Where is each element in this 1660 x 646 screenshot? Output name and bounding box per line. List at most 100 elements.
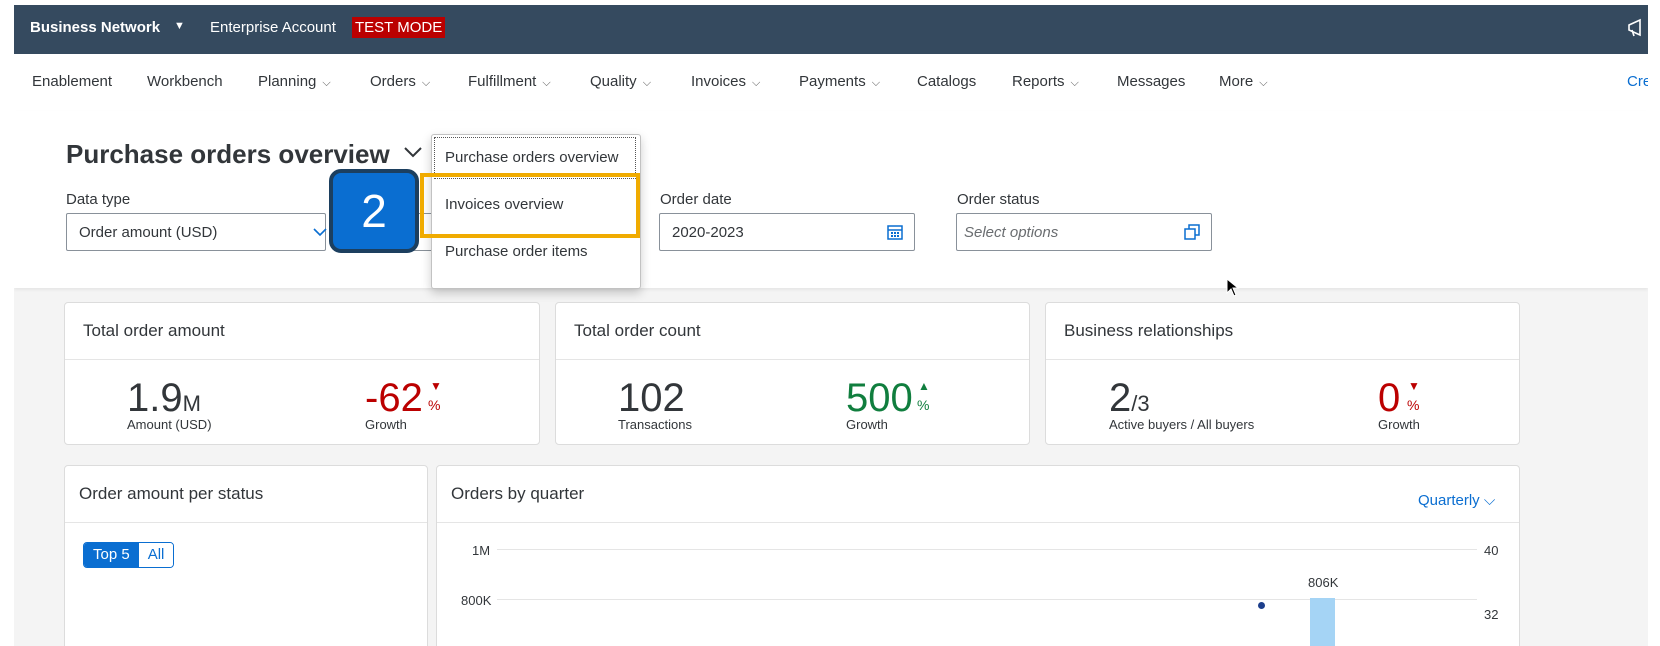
kpi-number: 1.9 — [127, 376, 183, 420]
data-type-value: Order amount (USD) — [79, 224, 218, 241]
chevron-down-icon: ⌵ — [421, 77, 431, 89]
kpi-value: 1.9M — [127, 376, 201, 421]
bar-data-label: 806K — [1308, 575, 1339, 590]
brand-menu[interactable]: Business Network — [30, 19, 160, 36]
calendar-icon[interactable] — [886, 223, 904, 241]
growth-unit: % — [917, 397, 930, 413]
order-date-value: 2020-2023 — [672, 224, 744, 241]
business-relationships-card[interactable]: Business relationships 2/3 Active buyers… — [1045, 302, 1520, 445]
shell-bar: Business Network ▼ Enterprise Account TE… — [14, 5, 1648, 54]
mouse-cursor-icon — [1226, 278, 1240, 297]
quarterly-period-select[interactable]: Quarterly ⌵ — [1418, 492, 1495, 509]
app-frame: Business Network ▼ Enterprise Account TE… — [14, 5, 1648, 646]
step-highlight-box — [420, 173, 640, 238]
growth-value: -62 — [365, 376, 423, 420]
order-date-field[interactable]: 2020-2023 — [659, 213, 915, 251]
card-title: Total order count — [574, 321, 701, 340]
chevron-down-icon — [313, 228, 327, 237]
nav-reports[interactable]: Reports ⌵ — [1012, 73, 1079, 90]
panel-title: Order amount per status — [79, 484, 264, 503]
order-status-label: Order status — [957, 191, 1040, 208]
page-title[interactable]: Purchase orders overview — [66, 139, 390, 170]
gridline — [497, 549, 1477, 550]
account-label: Enterprise Account — [210, 19, 336, 36]
order-date-label: Order date — [660, 191, 732, 208]
y-axis-right-label: 32 — [1484, 607, 1499, 622]
chevron-down-icon: ⌵ — [1483, 492, 1496, 509]
total-order-amount-card[interactable]: Total order amount 1.9M Amount (USD) -62… — [64, 302, 540, 445]
nav-orders-label: Orders — [370, 73, 416, 90]
nav-fulfillment-label: Fulfillment — [468, 73, 537, 90]
growth-caption: Growth — [1378, 417, 1420, 432]
brand-dropdown-icon[interactable]: ▼ — [174, 20, 185, 32]
all-toggle-button[interactable]: All — [138, 543, 174, 567]
megaphone-icon[interactable] — [1626, 17, 1648, 39]
card-title: Total order amount — [83, 321, 225, 340]
kpi-number: 2 — [1109, 376, 1132, 420]
orders-by-quarter-panel: Orders by quarter 1M 800K 40 32 806K — [436, 465, 1520, 646]
nav-orders[interactable]: Orders ⌵ — [370, 73, 430, 90]
growth-caption: Growth — [846, 417, 888, 432]
panel-divider — [437, 522, 1519, 523]
growth-value: 0 — [1378, 376, 1401, 420]
nav-payments-label: Payments — [799, 73, 866, 90]
order-status-field[interactable]: Select options — [956, 213, 1212, 251]
quarter-bar[interactable] — [1310, 598, 1335, 646]
data-type-label: Data type — [66, 191, 131, 208]
card-divider — [556, 359, 1029, 360]
top5-toggle-button[interactable]: Top 5 — [84, 543, 139, 567]
kpi-value: 102 — [618, 376, 685, 420]
nav-enablement[interactable]: Enablement — [32, 73, 112, 90]
nav-fulfillment[interactable]: Fulfillment ⌵ — [468, 73, 551, 90]
nav-reports-label: Reports — [1012, 73, 1065, 90]
total-order-count-card[interactable]: Total order count 102 Transactions 500 ▲… — [555, 302, 1030, 445]
kpi-caption: Active buyers / All buyers — [1109, 417, 1255, 432]
growth-unit: % — [1407, 397, 1420, 413]
y-axis-left-label: 800K — [461, 593, 492, 608]
growth-value: 500 — [846, 376, 913, 420]
period-label: Quarterly — [1418, 492, 1480, 509]
nav-messages[interactable]: Messages — [1117, 73, 1185, 90]
chevron-down-icon: ⌵ — [871, 77, 881, 89]
nav-more-label: More — [1219, 73, 1254, 90]
panel-title: Orders by quarter — [451, 484, 585, 503]
chevron-down-icon: ⌵ — [1259, 77, 1268, 89]
nav-payments[interactable]: Payments ⌵ — [799, 73, 880, 90]
data-type-select[interactable]: Order amount (USD) — [66, 213, 327, 251]
nav-planning[interactable]: Planning ⌵ — [258, 73, 331, 90]
nav-invoices[interactable]: Invoices ⌵ — [691, 73, 760, 90]
panel-divider — [65, 522, 427, 523]
nav-workbench[interactable]: Workbench — [147, 73, 223, 90]
kpi-unit: M — [182, 391, 201, 416]
top-all-toggle: Top 5 All — [83, 542, 175, 568]
growth-unit: % — [428, 397, 441, 413]
menu-option-purchase-orders-overview[interactable]: Purchase orders overview — [445, 149, 618, 166]
up-triangle-icon: ▲ — [918, 379, 930, 393]
chevron-down-icon: ⌵ — [1070, 77, 1079, 89]
step-number-badge: 2 — [329, 169, 419, 253]
value-help-icon[interactable] — [1183, 223, 1201, 241]
nav-quality[interactable]: Quality ⌵ — [590, 73, 651, 90]
down-triangle-icon: ▼ — [1408, 379, 1420, 393]
nav-catalogs[interactable]: Catalogs — [917, 73, 976, 90]
view-switch-chevron-icon[interactable] — [402, 141, 424, 163]
nav-create-link[interactable]: Cre — [1627, 73, 1648, 90]
nav-planning-label: Planning — [258, 73, 317, 90]
nav-more[interactable]: More ⌵ — [1219, 73, 1268, 90]
kpi-value: 2/3 — [1109, 376, 1150, 421]
menu-option-purchase-order-items[interactable]: Purchase order items — [445, 243, 588, 260]
chevron-down-icon: ⌵ — [322, 77, 331, 89]
chevron-down-icon: ⌵ — [642, 77, 652, 89]
growth-caption: Growth — [365, 417, 407, 432]
count-point[interactable] — [1258, 602, 1265, 609]
kpi-suffix: /3 — [1131, 391, 1150, 416]
nav-invoices-label: Invoices — [691, 73, 747, 90]
order-status-placeholder: Select options — [964, 224, 1059, 241]
page-header: Purchase orders overview Data type Order… — [14, 111, 1648, 288]
test-mode-badge: TEST MODE — [352, 17, 446, 38]
nav-quality-label: Quality — [590, 73, 637, 90]
down-triangle-icon: ▼ — [430, 379, 442, 393]
y-axis-left-label: 1M — [472, 543, 491, 558]
y-axis-right-label: 40 — [1484, 543, 1499, 558]
card-divider — [1046, 359, 1519, 360]
